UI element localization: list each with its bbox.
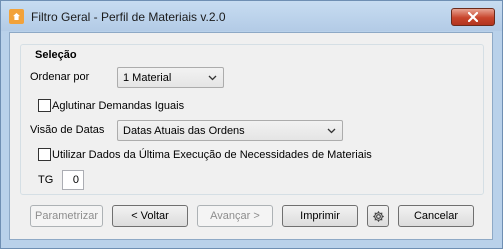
dialog-body: Seleção Ordenar por 1 Material Aglutinar… (9, 32, 493, 240)
app-icon (9, 9, 24, 24)
cancel-button[interactable]: Cancelar (398, 205, 474, 227)
order-by-select[interactable]: 1 Material (117, 67, 224, 88)
use-last-run-checkbox[interactable] (38, 148, 51, 161)
tg-input[interactable]: 0 (62, 170, 84, 190)
back-button[interactable]: < Voltar (112, 205, 188, 227)
settings-button[interactable] (367, 205, 389, 227)
print-button[interactable]: Imprimir (282, 205, 358, 227)
tg-value: 0 (72, 174, 79, 186)
aggregate-demands-label: Aglutinar Demandas Iguais (52, 100, 185, 112)
order-by-value: 1 Material (123, 72, 172, 84)
title-bar[interactable]: Filtro Geral - Perfil de Materiais v.2.0 (1, 1, 502, 31)
date-view-label: Visão de Datas (30, 124, 105, 136)
gear-icon (372, 210, 384, 222)
window-title: Filtro Geral - Perfil de Materiais v.2.0 (31, 10, 226, 24)
selection-group: Seleção Ordenar por 1 Material Aglutinar… (20, 44, 484, 195)
chevron-down-icon (208, 75, 217, 81)
group-legend: Seleção (33, 49, 79, 61)
parametrizar-button[interactable]: Parametrizar (30, 205, 103, 227)
dialog-window: Filtro Geral - Perfil de Materiais v.2.0… (0, 0, 503, 249)
close-button[interactable] (451, 8, 495, 26)
date-view-value: Datas Atuais das Ordens (123, 125, 245, 137)
aggregate-demands-checkbox[interactable] (38, 99, 51, 112)
order-by-label: Ordenar por (30, 71, 90, 83)
use-last-run-label: Utilizar Dados da Última Execução de Nec… (52, 149, 372, 161)
next-button[interactable]: Avançar > (197, 205, 273, 227)
date-view-select[interactable]: Datas Atuais das Ordens (117, 120, 343, 141)
close-icon (468, 12, 478, 22)
tg-label: TG (38, 174, 54, 186)
chevron-down-icon (327, 128, 336, 134)
